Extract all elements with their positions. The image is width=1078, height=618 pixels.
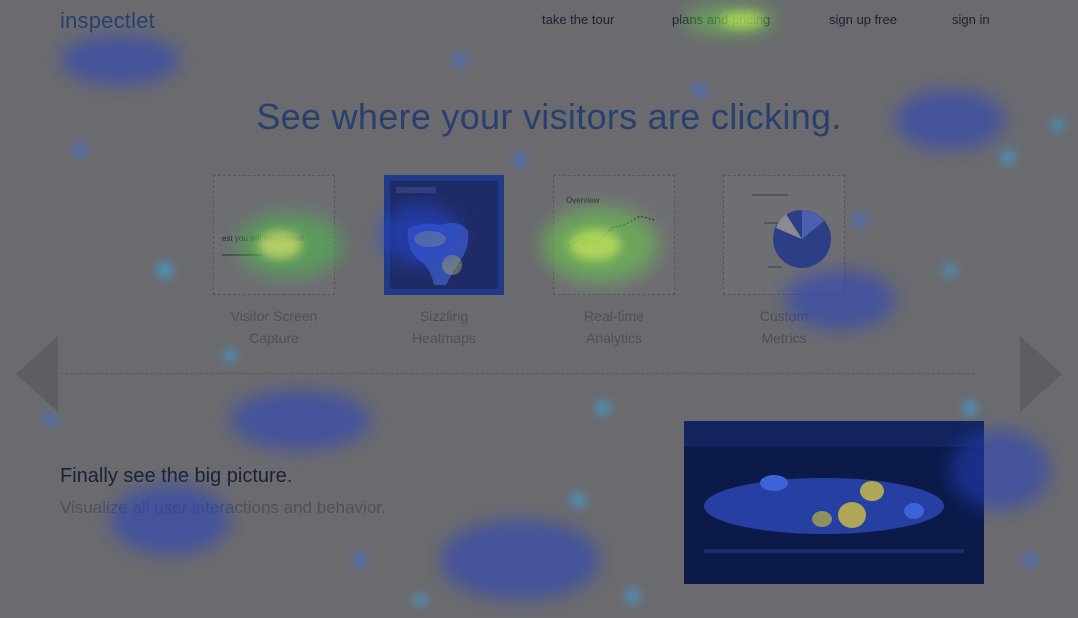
feature-label: Visitor Screen Capture xyxy=(213,305,335,349)
thumbnail-text: est you will test a small xyxy=(222,234,304,243)
nav-take-the-tour[interactable]: take the tour xyxy=(542,12,614,27)
feature-label-line: Sizzling xyxy=(419,308,469,324)
feature-label-line: Capture xyxy=(249,330,299,346)
section-subtitle: Visualize all user interactions and beha… xyxy=(60,498,386,517)
section-title: Finally see the big picture. xyxy=(60,465,293,487)
metrics-thumbnail xyxy=(723,175,845,295)
analytics-line-chart-graphic xyxy=(567,215,655,247)
feature-label-line: Analytics xyxy=(585,330,643,346)
heatmap-thumbnail-graphic xyxy=(390,181,498,289)
feature-label: Sizzling Heatmaps xyxy=(383,305,505,349)
analytics-thumbnail: Overview xyxy=(553,175,675,295)
feature-label-line: Real-time xyxy=(584,308,644,324)
feature-label-line: Metrics xyxy=(761,330,807,346)
nav-plans-and-pricing[interactable]: plans and pricing xyxy=(672,12,770,27)
heatmap-preview-graphic xyxy=(684,421,984,584)
nav-sign-up-free[interactable]: sign up free xyxy=(829,12,897,27)
heatmap-preview-image xyxy=(684,421,984,584)
feature-sizzling-heatmaps[interactable]: Sizzling Heatmaps xyxy=(383,175,505,349)
hero-title: See where your visitors are clicking. xyxy=(256,96,842,137)
feature-real-time-analytics[interactable]: Overview Real-time Analytics xyxy=(553,175,675,349)
carousel-divider xyxy=(60,373,975,374)
feature-label-line: Heatmaps xyxy=(412,330,476,346)
feature-label-line: Custom xyxy=(759,308,809,324)
nav-sign-in[interactable]: sign in xyxy=(952,12,990,27)
logo[interactable]: inspectlet xyxy=(60,8,155,34)
screen-capture-thumbnail: est you will test a small xyxy=(213,175,335,295)
thumbnail-line xyxy=(222,254,262,256)
landing-page: inspectlet take the tour plans and prici… xyxy=(0,0,1078,618)
carousel-prev-arrow-icon[interactable] xyxy=(16,336,58,412)
heatmap-thumbnail xyxy=(384,175,504,295)
pie-chart-graphic xyxy=(752,194,831,268)
feature-label: Real-time Analytics xyxy=(553,305,675,349)
feature-label: Custom Metrics xyxy=(723,305,845,349)
feature-label-line: Visitor Screen xyxy=(230,308,318,324)
feature-custom-metrics[interactable]: Custom Metrics xyxy=(723,175,845,349)
feature-visitor-screen-capture[interactable]: est you will test a small Visitor Screen… xyxy=(213,175,335,349)
carousel-next-arrow-icon[interactable] xyxy=(1020,336,1062,412)
